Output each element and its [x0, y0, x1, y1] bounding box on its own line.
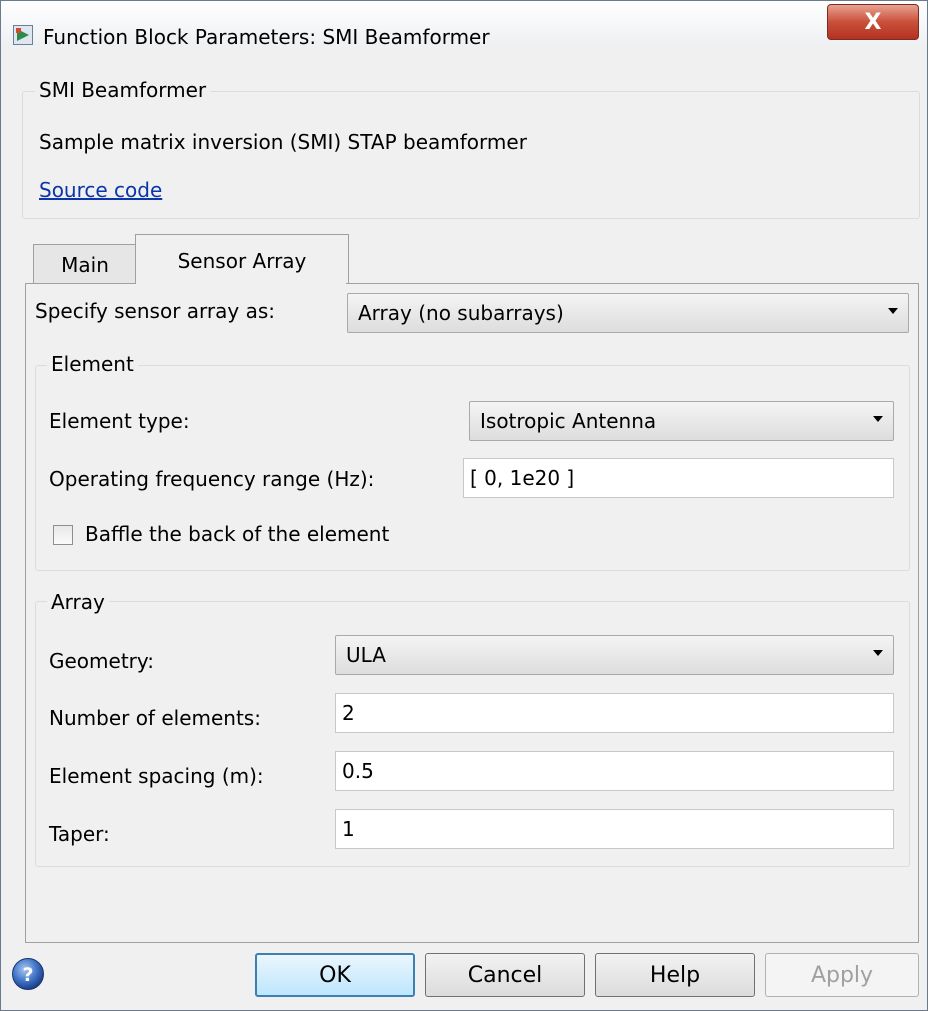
- active-tab-join: [136, 282, 346, 285]
- chevron-down-icon: [873, 416, 883, 422]
- number-of-elements-value: 2: [342, 701, 355, 725]
- tab-sensor-array[interactable]: Sensor Array: [135, 234, 349, 286]
- taper-field[interactable]: 1: [335, 809, 894, 849]
- geometry-value: ULA: [346, 643, 386, 667]
- specify-array-label: Specify sensor array as:: [35, 299, 275, 323]
- description-group-title: SMI Beamformer: [35, 78, 211, 102]
- close-button[interactable]: X: [827, 4, 919, 40]
- number-of-elements-label: Number of elements:: [49, 706, 261, 730]
- baffle-checkbox[interactable]: [53, 525, 73, 545]
- element-type-dropdown[interactable]: Isotropic Antenna: [469, 401, 894, 441]
- array-group-title: Array: [47, 590, 109, 614]
- ok-button[interactable]: OK: [255, 953, 415, 997]
- help-button[interactable]: Help: [595, 953, 755, 997]
- tab-main[interactable]: Main: [33, 244, 137, 285]
- chevron-down-icon: [888, 308, 898, 314]
- element-type-value: Isotropic Antenna: [480, 409, 657, 433]
- specify-array-value: Array (no subarrays): [358, 301, 564, 325]
- geometry-dropdown[interactable]: ULA: [335, 635, 894, 675]
- cancel-button[interactable]: Cancel: [425, 953, 585, 997]
- element-spacing-label: Element spacing (m):: [49, 764, 264, 788]
- element-type-label: Element type:: [49, 409, 190, 433]
- apply-button[interactable]: Apply: [765, 953, 919, 997]
- simulink-block-icon: [13, 25, 33, 45]
- chevron-down-icon: [873, 650, 883, 656]
- taper-label: Taper:: [49, 822, 110, 846]
- specify-array-dropdown[interactable]: Array (no subarrays): [347, 293, 909, 333]
- frequency-range-field[interactable]: [ 0, 1e20 ]: [463, 458, 894, 498]
- frequency-range-label: Operating frequency range (Hz):: [49, 467, 375, 491]
- element-spacing-field[interactable]: 0.5: [335, 751, 894, 791]
- geometry-label: Geometry:: [49, 649, 155, 673]
- frequency-range-value: [ 0, 1e20 ]: [470, 466, 575, 490]
- baffle-label: Baffle the back of the element: [85, 522, 390, 546]
- number-of-elements-field[interactable]: 2: [335, 693, 894, 733]
- taper-value: 1: [342, 817, 355, 841]
- description-text: Sample matrix inversion (SMI) STAP beamf…: [39, 130, 527, 154]
- element-spacing-value: 0.5: [342, 759, 374, 783]
- help-circle-icon[interactable]: ?: [11, 957, 45, 991]
- dialog-window: Function Block Parameters: SMI Beamforme…: [0, 0, 928, 1011]
- title-bar[interactable]: Function Block Parameters: SMI Beamforme…: [1, 1, 927, 49]
- svg-text:?: ?: [22, 964, 33, 986]
- source-code-link[interactable]: Source code: [39, 178, 162, 202]
- element-group-title: Element: [47, 352, 138, 376]
- window-title: Function Block Parameters: SMI Beamforme…: [43, 25, 490, 49]
